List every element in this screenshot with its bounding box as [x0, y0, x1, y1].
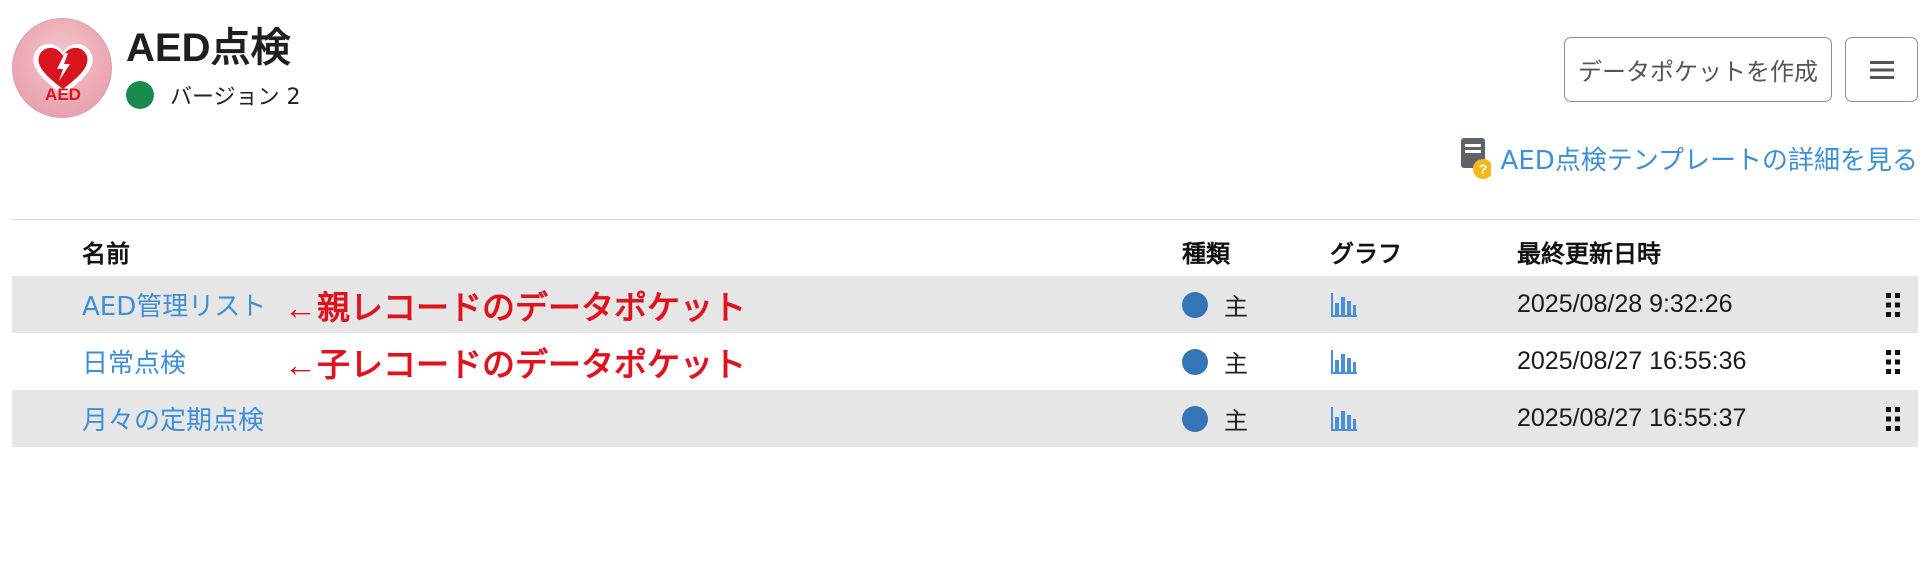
graph-cell[interactable]: [1330, 276, 1358, 333]
annotation-cell: ←親レコードのデータポケット: [284, 276, 746, 333]
kind-cell: 主: [1182, 276, 1248, 333]
row-actions[interactable]: [1884, 276, 1902, 333]
table-row[interactable]: 日常点検 ←子レコードのデータポケット 主 2025/08/27 16:55:3…: [12, 333, 1918, 390]
table-header: 名前 種類 グラフ 最終更新日時: [12, 222, 1918, 276]
create-datapocket-button[interactable]: データポケットを作成: [1564, 37, 1832, 102]
version-status-dot: [126, 81, 154, 109]
version-indicator: バージョン 2: [126, 80, 301, 110]
graph-cell[interactable]: [1330, 333, 1358, 390]
hamburger-menu-icon: [1869, 60, 1894, 79]
datapocket-name-link[interactable]: AED管理リスト: [82, 286, 266, 323]
menu-button[interactable]: [1845, 37, 1918, 102]
updated-cell: 2025/08/28 9:32:26: [1517, 276, 1732, 333]
svg-text:?: ?: [1478, 161, 1487, 177]
row-name-cell[interactable]: 月々の定期点検: [82, 390, 264, 447]
logo-text: AED: [45, 85, 81, 104]
annotation-label: ←親レコードのデータポケット: [284, 288, 746, 326]
annotation-cell: ←子レコードのデータポケット: [284, 333, 746, 390]
datapocket-table: 名前 種類 グラフ 最終更新日時 AED管理リスト ←親レコードのデータポケット…: [12, 222, 1918, 447]
version-label: バージョン 2: [170, 85, 301, 110]
header-divider: [12, 219, 1918, 220]
kind-label: 主: [1224, 407, 1248, 435]
graph-cell[interactable]: [1330, 390, 1358, 447]
bar-chart-icon[interactable]: [1330, 348, 1358, 376]
drag-handle-icon[interactable]: [1884, 405, 1902, 433]
template-link-label[interactable]: AED点検テンプレートの詳細を見る: [1501, 140, 1918, 177]
drag-handle-icon[interactable]: [1884, 291, 1902, 319]
kind-dot: [1182, 405, 1208, 432]
kind-label: 主: [1224, 350, 1248, 378]
kind-dot: [1182, 348, 1208, 375]
row-name-cell[interactable]: AED管理リスト: [82, 276, 266, 333]
bar-chart-icon[interactable]: [1330, 405, 1358, 433]
updated-datetime: 2025/08/27 16:55:36: [1517, 347, 1747, 375]
column-header-graph: グラフ: [1330, 240, 1402, 268]
kind-cell: 主: [1182, 333, 1248, 390]
bar-chart-icon[interactable]: [1330, 291, 1358, 319]
row-actions[interactable]: [1884, 390, 1902, 447]
template-details-link[interactable]: ? AED点検テンプレートの詳細を見る: [1459, 136, 1918, 180]
document-help-icon: ?: [1459, 136, 1493, 180]
updated-datetime: 2025/08/28 9:32:26: [1517, 290, 1733, 318]
column-header-name[interactable]: 名前: [82, 234, 130, 269]
table-row[interactable]: AED管理リスト ←親レコードのデータポケット 主 2025/08/28 9:3…: [12, 276, 1918, 333]
drag-handle-icon[interactable]: [1884, 348, 1902, 376]
column-header-updated[interactable]: 最終更新日時: [1517, 234, 1661, 269]
app-header: AED AED点検 バージョン 2 データポケットを作成 ? AED点検テンプレ…: [0, 0, 1930, 179]
table-row[interactable]: 月々の定期点検 主 2025/08/27 16:55:37: [12, 390, 1918, 447]
kind-dot: [1182, 291, 1208, 318]
datapocket-name-link[interactable]: 日常点検: [82, 343, 186, 380]
aed-logo: AED: [12, 18, 112, 118]
updated-cell: 2025/08/27 16:55:36: [1517, 333, 1746, 390]
row-name-cell[interactable]: 日常点検: [82, 333, 186, 390]
column-header-kind[interactable]: 種類: [1182, 234, 1230, 269]
kind-label: 主: [1224, 293, 1248, 321]
row-actions[interactable]: [1884, 333, 1902, 390]
kind-cell: 主: [1182, 390, 1248, 447]
datapocket-name-link[interactable]: 月々の定期点検: [82, 400, 264, 437]
page-title: AED点検: [126, 26, 291, 70]
annotation-label: ←子レコードのデータポケット: [284, 345, 746, 383]
updated-datetime: 2025/08/27 16:55:37: [1517, 404, 1747, 432]
updated-cell: 2025/08/27 16:55:37: [1517, 390, 1746, 447]
